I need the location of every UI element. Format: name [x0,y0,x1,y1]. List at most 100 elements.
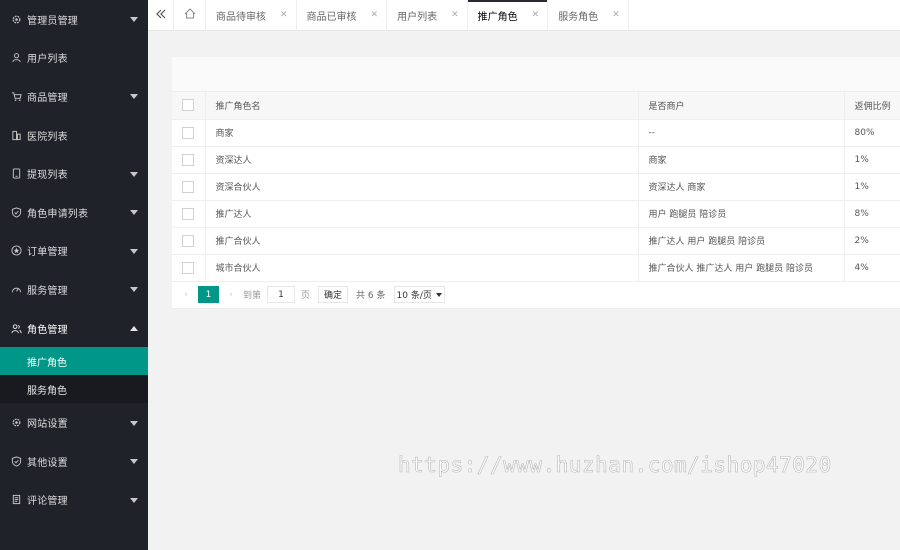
cell-commission-ratio: 8% [844,200,900,228]
row-select-cell [172,173,206,201]
sidebar-item-5[interactable]: 角色申请列表 [0,193,148,232]
table-row[interactable]: 资深达人 商家 1% [172,146,900,174]
caret-down-icon [130,171,138,177]
table-header-row: 推广角色名 是否商户 返佣比例 [172,92,900,120]
sidebar-item-4[interactable]: 提现列表 [0,154,148,193]
caret-down-icon [130,94,138,100]
star-icon [10,245,22,257]
tab-list: 商品待审核 ✕ 商品已审核 ✕ 用户列表 ✕ 推广角色 ✕ 服务角色 ✕ [206,0,629,30]
caret-down-icon [130,459,138,465]
table-row[interactable]: 城市合伙人 推广合伙人 推广达人 用户 跑腿员 陪诊员 4% [172,254,900,282]
close-icon[interactable]: ✕ [532,10,540,20]
row-checkbox[interactable] [182,234,195,247]
prev-page-button[interactable]: ‹ [178,290,194,300]
home-icon [184,8,196,22]
cell-role-name: 资深达人 [205,146,639,174]
cell-is-merchant: 商家 [638,146,845,174]
row-checkbox[interactable] [182,153,195,166]
building-icon [10,129,22,141]
tab-0[interactable]: 商品待审核 ✕ [206,0,297,30]
gauge-icon [10,283,22,295]
caret-down-icon [130,210,138,216]
sidebar-item-8[interactable]: 角色管理 [0,309,148,348]
table-row[interactable]: 推广合伙人 推广达人 用户 跑腿员 陪诊员 2% [172,227,900,255]
sidebar-submenu: 推广角色 服务角色 [0,347,148,404]
close-icon[interactable]: ✕ [612,10,620,20]
sidebar-item-10[interactable]: 其他设置 [0,442,148,481]
cell-is-merchant: 用户 跑腿员 陪诊员 [638,200,845,228]
tab-4[interactable]: 服务角色 ✕ [548,0,629,30]
row-select-cell [172,254,206,282]
row-checkbox[interactable] [182,126,195,139]
row-select-cell [172,146,206,174]
shield-icon [10,206,22,218]
caret-down-icon [130,497,138,503]
header-is-merchant[interactable]: 是否商户 [638,92,845,120]
close-icon[interactable]: ✕ [371,10,379,20]
sidebar-item-2[interactable]: 商品管理 [0,77,148,116]
table-row[interactable]: 推广达人 用户 跑腿员 陪诊员 8% [172,200,900,228]
cart-icon [10,90,22,102]
collapse-sidebar-button[interactable] [148,0,174,30]
cell-is-merchant: 推广达人 用户 跑腿员 陪诊员 [638,227,845,255]
sidebar: 管理员管理用户列表商品管理 医院列表 提现列表 角色申请列表 订单管理服务管理角色管理推… [0,0,148,550]
sidebar-item-label: 服务管理 [27,285,68,297]
tab-label: 用户列表 [397,11,438,23]
select-all-checkbox[interactable] [182,99,195,112]
tab-3[interactable]: 推广角色 ✕ [467,0,549,30]
page-size-select[interactable]: 10 条/页 [393,286,445,303]
cell-role-name: 资深合伙人 [205,173,639,201]
cell-commission-ratio: 4% [844,254,900,282]
close-icon[interactable]: ✕ [280,10,288,20]
caret-down-icon [130,420,138,426]
users-icon [10,322,22,334]
sidebar-subitem-0[interactable]: 推广角色 [0,347,148,376]
page-number-input[interactable] [267,286,296,303]
cell-is-merchant: -- [638,119,845,147]
sidebar-item-label: 其他设置 [27,457,68,469]
row-checkbox[interactable] [182,207,195,220]
cell-commission-ratio: 80% [844,119,900,147]
cell-role-name: 城市合伙人 [205,254,639,282]
gear-icon [10,13,22,25]
pagination: ‹ 1 › 到第 页 确定 共 6 条 10 条/页 [172,281,900,309]
tab-2[interactable]: 用户列表 ✕ [387,0,468,30]
header-role-name[interactable]: 推广角色名 [205,92,639,120]
header-commission-ratio[interactable]: 返佣比例 [844,92,900,120]
sidebar-item-11[interactable]: 评论管理 [0,481,148,520]
table-card: 推广角色名 是否商户 返佣比例 商家 -- 80% 资深达人 商家 1% 资深合伙人 资深达人… [172,57,900,309]
user-icon [10,52,22,64]
doc-icon [10,494,22,506]
sidebar-item-7[interactable]: 服务管理 [0,270,148,309]
row-checkbox[interactable] [182,180,195,193]
close-icon[interactable]: ✕ [451,10,459,20]
sidebar-subitem-1[interactable]: 服务角色 [0,375,148,403]
sidebar-item-0[interactable]: 管理员管理 [0,0,148,39]
sidebar-item-label: 用户列表 [27,54,68,66]
row-select-cell [172,200,206,228]
sidebar-item-1[interactable]: 用户列表 [0,39,148,78]
tab-label: 商品待审核 [216,11,266,23]
tab-label: 商品已审核 [306,11,357,23]
tab-1[interactable]: 商品已审核 ✕ [297,0,388,30]
cell-commission-ratio: 1% [844,173,900,201]
tablet-icon [10,168,22,180]
goto-label: 到第 [243,291,262,301]
home-tab[interactable] [174,0,206,30]
role-table: 推广角色名 是否商户 返佣比例 商家 -- 80% 资深达人 商家 1% 资深合伙人 资深达人… [172,92,900,282]
gear-icon [10,417,22,429]
current-page[interactable]: 1 [198,286,219,303]
caret-down-icon [130,17,138,23]
confirm-page-button[interactable]: 确定 [318,286,349,303]
row-checkbox[interactable] [182,261,195,274]
sidebar-item-3[interactable]: 医院列表 [0,116,148,155]
next-page-button[interactable]: › [223,290,239,300]
caret-up-icon [130,326,138,332]
tab-label: 服务角色 [558,11,599,23]
sidebar-item-9[interactable]: 网站设置 [0,403,148,442]
table-row[interactable]: 商家 -- 80% [172,119,900,147]
table-toolbar [172,57,900,92]
cell-commission-ratio: 1% [844,146,900,174]
table-row[interactable]: 资深合伙人 资深达人 商家 1% [172,173,900,201]
sidebar-item-6[interactable]: 订单管理 [0,232,148,271]
